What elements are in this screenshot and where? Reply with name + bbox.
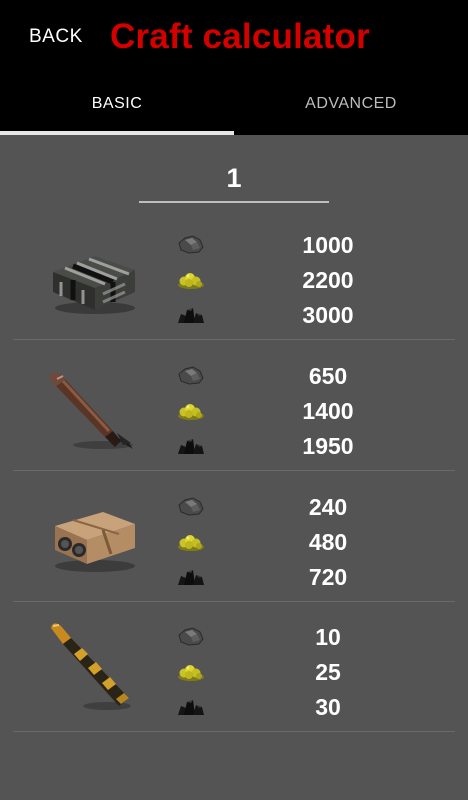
value-gunpowder: 1400 xyxy=(302,398,354,424)
rocket-icon xyxy=(49,372,133,449)
sulfur-ore-icon xyxy=(175,232,207,256)
item-row-rocket: 650 1400 1950 xyxy=(13,341,455,471)
sulfur-ore-icon xyxy=(175,363,207,387)
charcoal-icon xyxy=(175,694,207,718)
value-sulfur: 10 xyxy=(315,624,341,650)
charcoal-icon xyxy=(175,433,207,457)
charcoal-icon xyxy=(175,564,207,588)
sulfur-ore-icon xyxy=(175,624,207,648)
gunpowder-icon xyxy=(175,267,207,291)
tab-basic[interactable]: BASIC xyxy=(0,72,234,135)
explosive-ammo-icon xyxy=(51,623,131,710)
satchel-charge-icon xyxy=(55,512,135,572)
value-charcoal: 720 xyxy=(308,564,348,590)
tab-advanced[interactable]: ADVANCED xyxy=(234,72,468,135)
value-gunpowder: 480 xyxy=(308,529,348,555)
item-row-c4: 1000 2200 3000 xyxy=(13,210,455,340)
gunpowder-icon xyxy=(175,529,207,553)
back-button[interactable]: BACK xyxy=(29,26,83,48)
gunpowder-icon xyxy=(175,398,207,422)
value-charcoal: 1950 xyxy=(302,433,354,459)
value-sulfur: 1000 xyxy=(302,232,354,258)
active-tab-indicator xyxy=(0,131,234,135)
value-charcoal: 3000 xyxy=(302,302,354,328)
value-gunpowder: 2200 xyxy=(302,267,354,293)
tab-bar: BASIC ADVANCED xyxy=(0,72,468,135)
sulfur-ore-icon xyxy=(175,494,207,518)
c4-explosive-icon xyxy=(53,256,135,314)
value-sulfur: 240 xyxy=(308,494,348,520)
item-row-explosive-ammo: 10 25 30 xyxy=(13,602,455,732)
value-gunpowder: 25 xyxy=(315,659,341,685)
page-title: Craft calculator xyxy=(110,17,370,56)
quantity-input[interactable]: 1 xyxy=(139,155,329,203)
gunpowder-icon xyxy=(175,659,207,683)
value-charcoal: 30 xyxy=(315,694,341,720)
top-bar: BACK Craft calculator xyxy=(0,0,468,72)
value-sulfur: 650 xyxy=(308,363,348,389)
item-row-satchel: 240 480 720 xyxy=(13,472,455,602)
charcoal-icon xyxy=(175,302,207,326)
